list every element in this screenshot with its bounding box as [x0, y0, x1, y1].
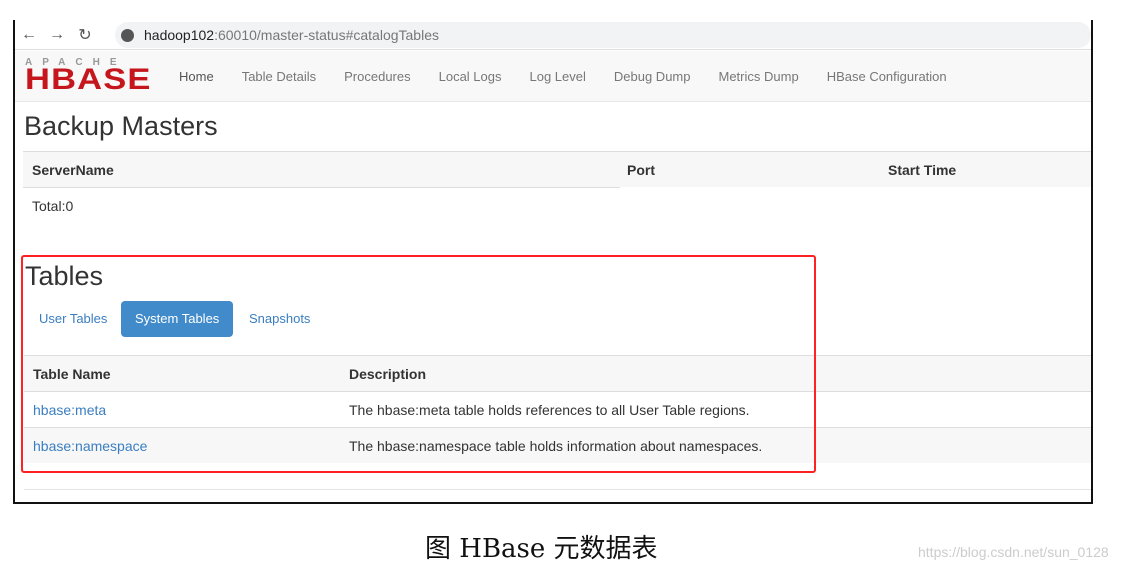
globe-icon [121, 28, 134, 42]
logo-hbase: HBASE [25, 63, 152, 96]
nav-log-level[interactable]: Log Level [516, 69, 600, 84]
hbase-logo[interactable]: APACHE HBASE [15, 58, 165, 96]
backup-masters-title: Backup Masters [24, 111, 218, 141]
watermark: https://blog.csdn.net/sun_0128 [918, 544, 1109, 560]
back-icon[interactable]: ← [15, 26, 43, 44]
nav-home[interactable]: Home [165, 69, 228, 84]
nav-procedures[interactable]: Procedures [330, 69, 424, 84]
nav-debug-dump[interactable]: Debug Dump [600, 69, 705, 84]
url-host: hadoop102 [144, 27, 215, 43]
url-path: :60010/master-status#catalogTables [214, 27, 439, 43]
nav-table-details[interactable]: Table Details [228, 69, 330, 84]
url-input[interactable]: hadoop102:60010/master-status#catalogTab… [115, 22, 1091, 48]
col-port: Port [627, 162, 655, 178]
address-bar-row: ← → ↻ hadoop102:60010/master-status#cata… [15, 20, 1091, 50]
forward-icon[interactable]: → [43, 26, 71, 44]
nav-metrics-dump[interactable]: Metrics Dump [705, 69, 813, 84]
col-servername: ServerName [32, 162, 114, 178]
backup-total: Total:0 [32, 198, 74, 214]
nav-hbase-configuration[interactable]: HBase Configuration [813, 69, 961, 84]
highlight-box [21, 255, 816, 473]
backup-table-header: ServerName Port Start Time [23, 151, 1091, 187]
reload-icon[interactable]: ↻ [71, 25, 99, 45]
nav-local-logs[interactable]: Local Logs [425, 69, 516, 84]
navbar: APACHE HBASE Home Table Details Procedur… [15, 51, 1091, 102]
figure-caption: 图 HBase 元数据表 [425, 534, 658, 564]
col-start-time: Start Time [888, 162, 957, 178]
